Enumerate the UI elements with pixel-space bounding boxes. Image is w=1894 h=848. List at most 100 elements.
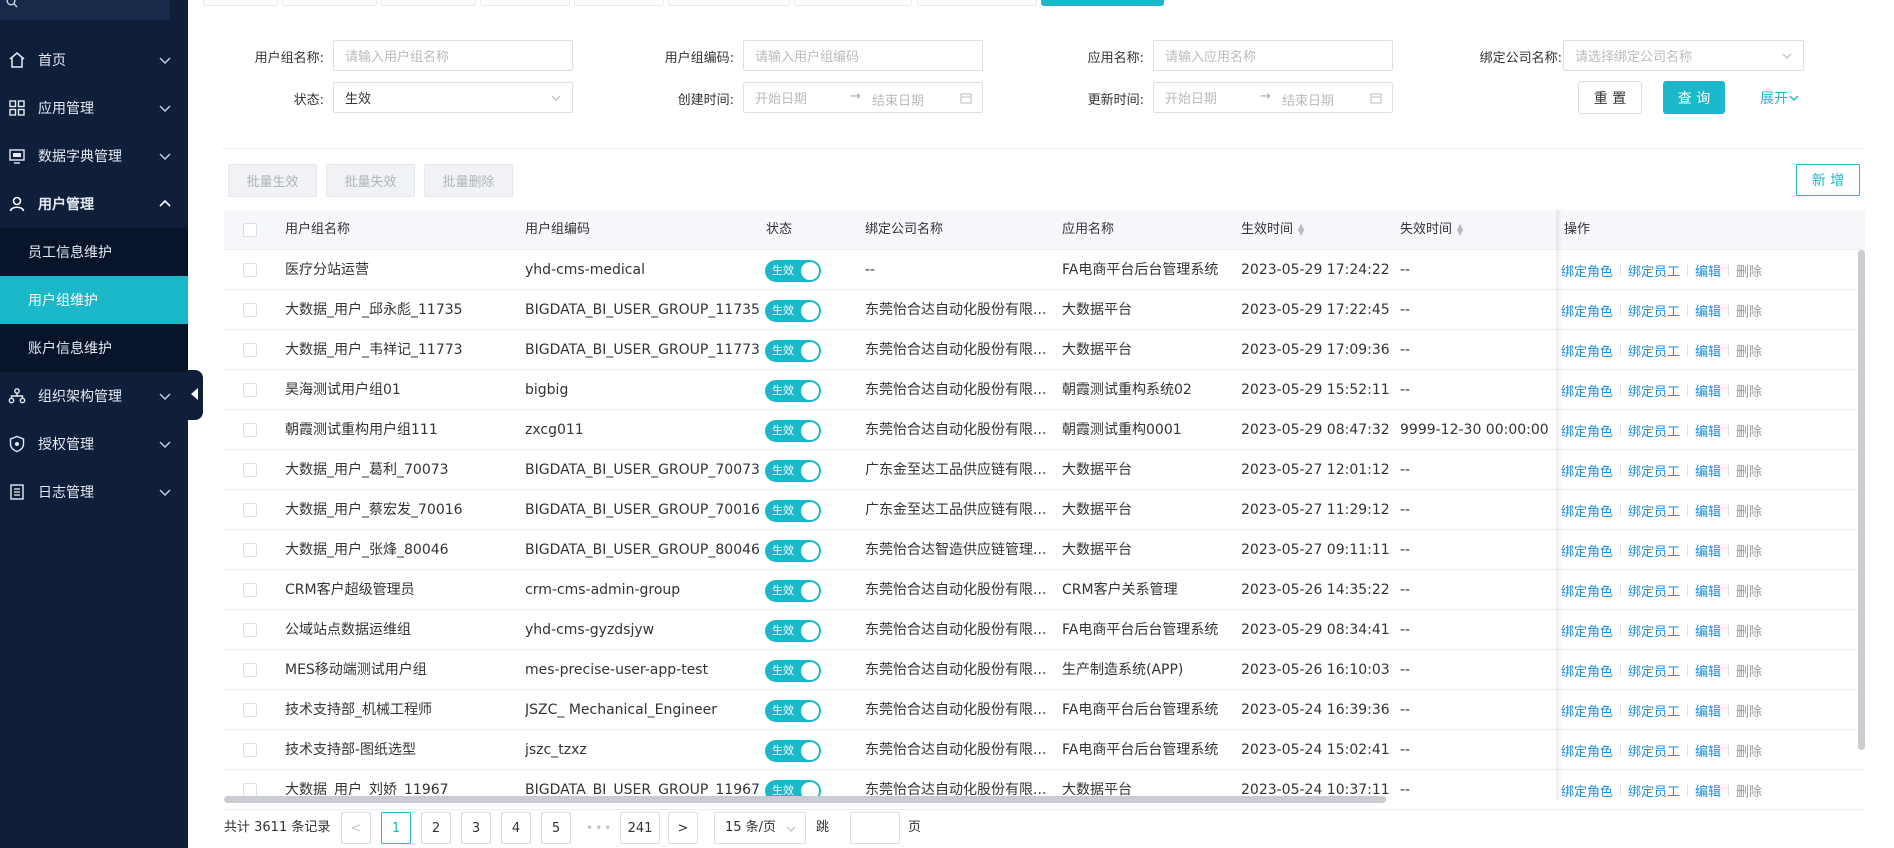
sidebar-item-dictionary[interactable]: 数据字典管理	[0, 132, 188, 180]
status-select[interactable]: 生效	[333, 82, 573, 113]
row-checkbox[interactable]	[243, 583, 257, 597]
status-switch[interactable]: 生效	[765, 380, 821, 402]
edit-link[interactable]: 编辑	[1695, 461, 1721, 480]
sidebar-item-auth[interactable]: 授权管理	[0, 420, 188, 468]
sidebar-item-home[interactable]: 首页	[0, 36, 188, 84]
edit-link[interactable]: 编辑	[1695, 621, 1721, 640]
bind-staff-link[interactable]: 绑定员工	[1628, 581, 1680, 600]
bind-role-link[interactable]: 绑定角色	[1561, 501, 1613, 520]
bind-role-link[interactable]: 绑定角色	[1561, 541, 1613, 560]
status-switch[interactable]: 生效	[765, 660, 821, 682]
bind-staff-link[interactable]: 绑定员工	[1628, 421, 1680, 440]
bind-staff-link[interactable]: 绑定员工	[1628, 741, 1680, 760]
row-checkbox[interactable]	[243, 703, 257, 717]
bind-staff-link[interactable]: 绑定员工	[1628, 301, 1680, 320]
top-tab[interactable]	[480, 0, 570, 6]
bind-staff-link[interactable]: 绑定员工	[1628, 501, 1680, 520]
group-code-input[interactable]: 请输入用户组编码	[743, 40, 983, 71]
sidebar-collapse-toggle[interactable]	[188, 370, 203, 420]
top-tab[interactable]	[574, 0, 664, 6]
delete-link[interactable]: 删除	[1736, 421, 1762, 440]
bind-staff-link[interactable]: 绑定员工	[1628, 461, 1680, 480]
page-ellipsis[interactable]: •••	[586, 812, 613, 844]
bind-role-link[interactable]: 绑定角色	[1561, 301, 1613, 320]
batch-delete-button[interactable]: 批量删除	[424, 164, 513, 197]
bind-role-link[interactable]: 绑定角色	[1561, 741, 1613, 760]
status-switch[interactable]: 生效	[765, 460, 821, 482]
sidebar-item-apps[interactable]: 应用管理	[0, 84, 188, 132]
bind-staff-link[interactable]: 绑定员工	[1628, 261, 1680, 280]
delete-link[interactable]: 删除	[1736, 461, 1762, 480]
bind-staff-link[interactable]: 绑定员工	[1628, 381, 1680, 400]
row-checkbox[interactable]	[243, 423, 257, 437]
delete-link[interactable]: 删除	[1736, 581, 1762, 600]
sidebar-subitem-staff-info[interactable]: 员工信息维护	[0, 228, 188, 276]
updated-date-range[interactable]: 开始日期 → 结束日期	[1153, 82, 1393, 113]
bind-role-link[interactable]: 绑定角色	[1561, 341, 1613, 360]
company-select[interactable]: 请选择绑定公司名称	[1563, 40, 1804, 71]
delete-link[interactable]: 删除	[1736, 301, 1762, 320]
search-icon[interactable]	[6, 0, 18, 12]
edit-link[interactable]: 编辑	[1695, 701, 1721, 720]
status-switch[interactable]: 生效	[765, 500, 821, 522]
edit-link[interactable]: 编辑	[1695, 741, 1721, 760]
bind-staff-link[interactable]: 绑定员工	[1628, 701, 1680, 720]
status-switch[interactable]: 生效	[765, 620, 821, 642]
batch-disable-button[interactable]: 批量失效	[326, 164, 415, 197]
prev-page-button[interactable]: <	[341, 812, 371, 844]
edit-link[interactable]: 编辑	[1695, 301, 1721, 320]
group-name-input[interactable]: 请输入用户组名称	[333, 40, 573, 71]
status-switch[interactable]: 生效	[765, 740, 821, 762]
page-4[interactable]: 4	[501, 812, 531, 844]
expand-toggle[interactable]: 展开	[1755, 81, 1805, 114]
sidebar-subitem-user-group[interactable]: 用户组维护	[0, 276, 188, 324]
delete-link[interactable]: 删除	[1736, 541, 1762, 560]
top-tab[interactable]	[917, 0, 1037, 6]
app-name-input[interactable]: 请输入应用名称	[1153, 40, 1393, 71]
page-3[interactable]: 3	[461, 812, 491, 844]
row-checkbox[interactable]	[243, 743, 257, 757]
status-switch[interactable]: 生效	[765, 580, 821, 602]
top-tab[interactable]	[381, 0, 476, 6]
column-header-effective-time[interactable]: 生效时间 ▲ ▼	[1241, 210, 1304, 250]
status-switch[interactable]: 生效	[765, 540, 821, 562]
delete-link[interactable]: 删除	[1736, 781, 1762, 800]
column-header-expire-time[interactable]: 失效时间 ▲ ▼	[1400, 210, 1463, 250]
edit-link[interactable]: 编辑	[1695, 381, 1721, 400]
bind-staff-link[interactable]: 绑定员工	[1628, 341, 1680, 360]
top-tab-active[interactable]	[1041, 0, 1164, 6]
row-checkbox[interactable]	[243, 543, 257, 557]
sidebar-item-log[interactable]: 日志管理	[0, 468, 188, 516]
bind-role-link[interactable]: 绑定角色	[1561, 421, 1613, 440]
bind-staff-link[interactable]: 绑定员工	[1628, 661, 1680, 680]
delete-link[interactable]: 删除	[1736, 341, 1762, 360]
row-checkbox[interactable]	[243, 783, 257, 797]
sidebar-search[interactable]	[0, 0, 170, 20]
bind-role-link[interactable]: 绑定角色	[1561, 661, 1613, 680]
delete-link[interactable]: 删除	[1736, 661, 1762, 680]
delete-link[interactable]: 删除	[1736, 741, 1762, 760]
updated-start-date[interactable]: 开始日期	[1165, 88, 1217, 107]
updated-end-date[interactable]: 结束日期	[1282, 90, 1334, 109]
row-checkbox[interactable]	[243, 343, 257, 357]
reset-button[interactable]: 重 置	[1578, 81, 1642, 114]
row-checkbox[interactable]	[243, 463, 257, 477]
delete-link[interactable]: 删除	[1736, 701, 1762, 720]
edit-link[interactable]: 编辑	[1695, 341, 1721, 360]
edit-link[interactable]: 编辑	[1695, 541, 1721, 560]
bind-role-link[interactable]: 绑定角色	[1561, 581, 1613, 600]
bind-role-link[interactable]: 绑定角色	[1561, 621, 1613, 640]
row-checkbox[interactable]	[243, 263, 257, 277]
add-button[interactable]: 新 增	[1796, 164, 1860, 196]
status-switch[interactable]: 生效	[765, 260, 821, 282]
delete-link[interactable]: 删除	[1736, 261, 1762, 280]
created-start-date[interactable]: 开始日期	[755, 88, 807, 107]
status-switch[interactable]: 生效	[765, 340, 821, 362]
delete-link[interactable]: 删除	[1736, 621, 1762, 640]
bind-role-link[interactable]: 绑定角色	[1561, 461, 1613, 480]
sort-icon[interactable]: ▲ ▼	[1457, 222, 1463, 236]
status-switch[interactable]: 生效	[765, 700, 821, 722]
bind-staff-link[interactable]: 绑定员工	[1628, 781, 1680, 800]
sidebar-subitem-account-info[interactable]: 账户信息维护	[0, 324, 188, 372]
row-checkbox[interactable]	[243, 663, 257, 677]
